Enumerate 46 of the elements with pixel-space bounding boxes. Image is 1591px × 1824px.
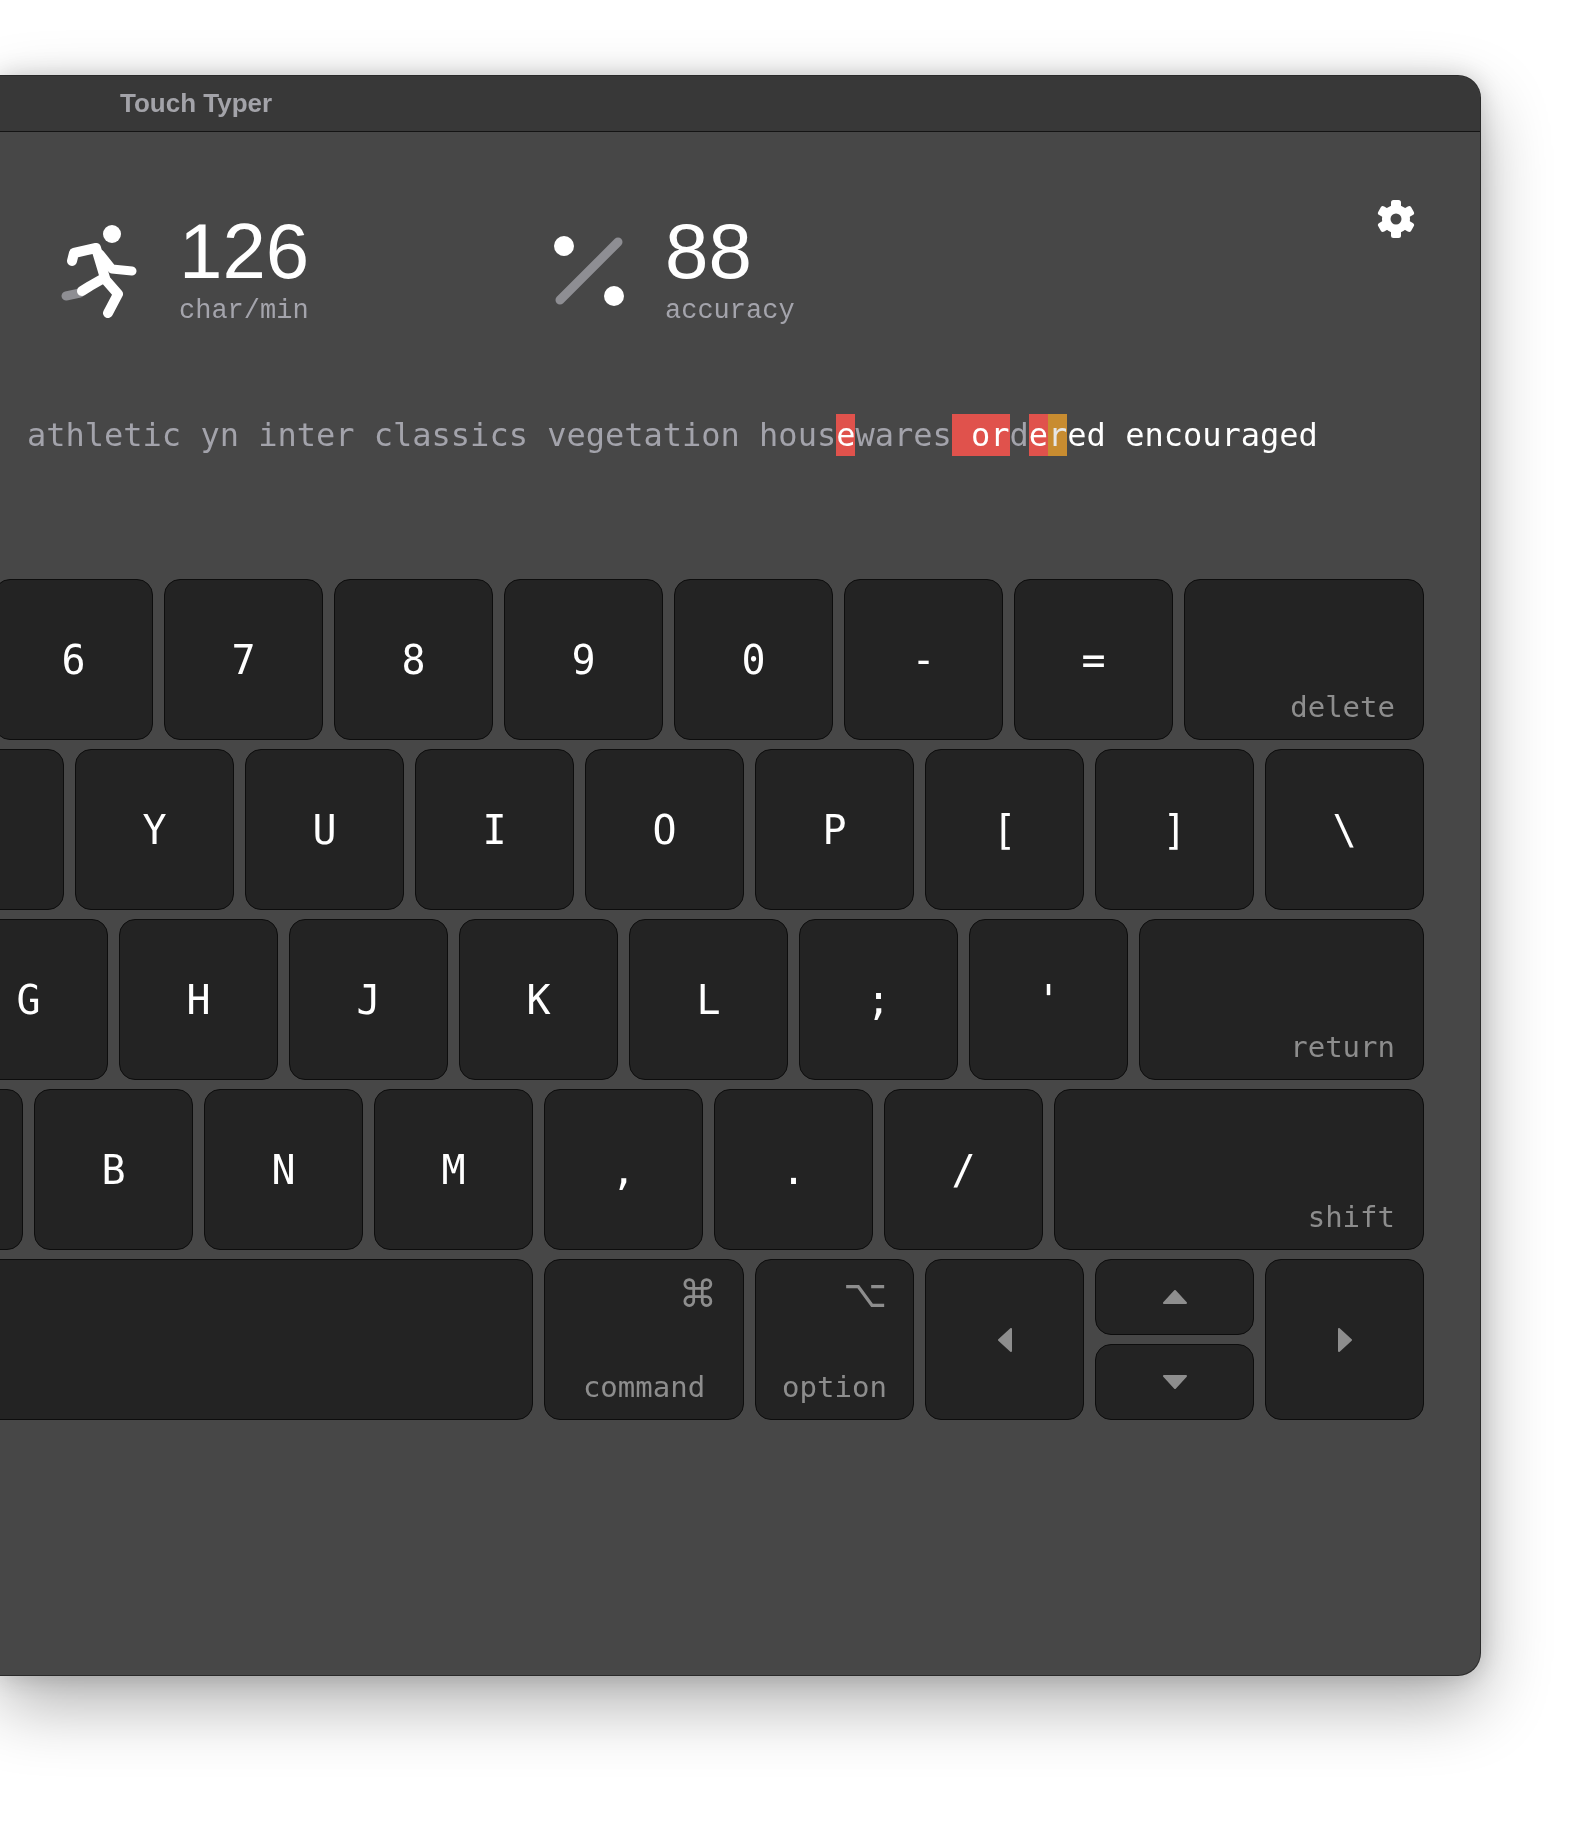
stat-label: accuracy bbox=[665, 296, 795, 326]
key: K bbox=[459, 919, 618, 1080]
key: L bbox=[629, 919, 788, 1080]
key: ' bbox=[969, 919, 1128, 1080]
key: / bbox=[884, 1089, 1043, 1250]
key: H bbox=[119, 919, 278, 1080]
key: return bbox=[1139, 919, 1424, 1080]
up-arrow-icon bbox=[1162, 1290, 1187, 1304]
stat-label: char/min bbox=[179, 296, 309, 326]
key: U bbox=[245, 749, 404, 910]
key-label: option bbox=[782, 1369, 887, 1405]
key: Y bbox=[75, 749, 234, 910]
key: 0 bbox=[674, 579, 833, 740]
key: 7 bbox=[164, 579, 323, 740]
key: B bbox=[34, 1089, 193, 1250]
key: P bbox=[755, 749, 914, 910]
key: O bbox=[585, 749, 744, 910]
key: . bbox=[714, 1089, 873, 1250]
key: , bbox=[544, 1089, 703, 1250]
percent-icon bbox=[552, 234, 626, 308]
key: - bbox=[844, 579, 1003, 740]
key: shift bbox=[1054, 1089, 1424, 1250]
right-arrow-icon bbox=[1337, 1327, 1352, 1352]
key: [ bbox=[925, 749, 1084, 910]
window-title: Touch Typer bbox=[120, 88, 273, 119]
key: delete bbox=[1184, 579, 1424, 740]
key: ] bbox=[1095, 749, 1254, 910]
key: = bbox=[1014, 579, 1173, 740]
key: I bbox=[415, 749, 574, 910]
key: 8 bbox=[334, 579, 493, 740]
key: G bbox=[0, 919, 108, 1080]
key: M bbox=[374, 1089, 533, 1250]
stat-value: 126 bbox=[179, 216, 310, 286]
down-arrow-icon bbox=[1162, 1375, 1187, 1389]
left-arrow-icon bbox=[997, 1327, 1012, 1352]
key: \ bbox=[1265, 749, 1424, 910]
key: N bbox=[204, 1089, 363, 1250]
key: J bbox=[289, 919, 448, 1080]
settings-icon[interactable] bbox=[1376, 199, 1416, 239]
key: 6 bbox=[0, 579, 153, 740]
key-symbol: ⌘ bbox=[679, 1272, 717, 1316]
stat-value: 88 bbox=[665, 216, 752, 286]
key: 9 bbox=[504, 579, 663, 740]
key: ; bbox=[799, 919, 958, 1080]
key-symbol: ⌥ bbox=[843, 1272, 887, 1316]
key-label: command bbox=[582, 1369, 706, 1405]
